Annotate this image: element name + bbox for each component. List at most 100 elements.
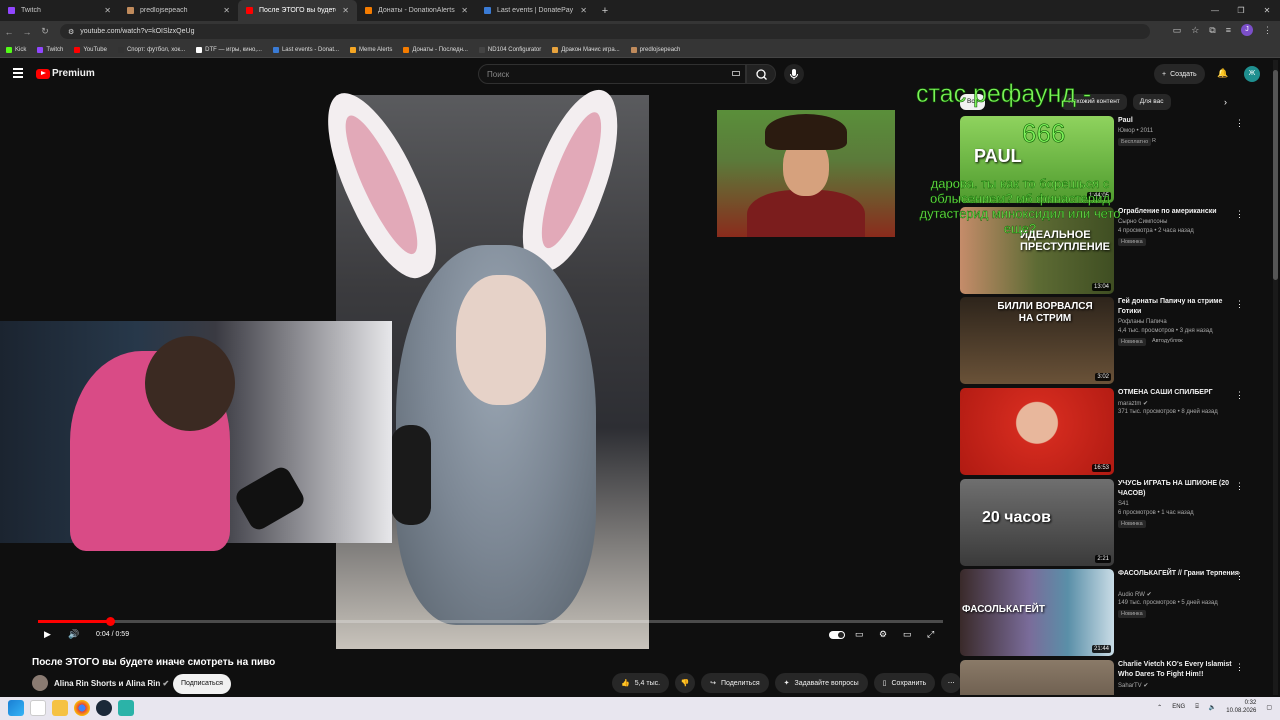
windows-start-icon[interactable] (8, 700, 24, 716)
subscribe-button[interactable]: Подписаться (173, 674, 231, 694)
browser-tab[interactable]: Last events | DonatePay ✕ (476, 0, 595, 21)
browser-tab[interactable]: Донаты - DonationAlerts ✕ (357, 0, 476, 21)
recommendation-title[interactable]: Гей донаты Папичу на стриме Готики (1118, 297, 1243, 317)
create-button[interactable]: + Создать (1154, 64, 1205, 84)
new-tab-button[interactable]: + (595, 5, 615, 17)
close-tab-icon[interactable]: ✕ (461, 6, 468, 15)
app-icon[interactable] (118, 700, 134, 716)
browser-tab[interactable]: Twitch ✕ (0, 0, 119, 21)
recommendation-item[interactable]: 16:53 ОТМЕНА САШИ СПИЛБЕРГ maraztm ✔ 371… (960, 388, 1250, 475)
scrollbar-thumb[interactable] (1273, 70, 1278, 280)
theater-mode-icon[interactable]: ▭ (903, 629, 912, 640)
autoplay-toggle[interactable] (829, 631, 845, 639)
video-thumbnail[interactable] (960, 660, 1114, 695)
youtube-logo[interactable]: Premium (36, 68, 95, 79)
bookmark-item[interactable]: Донаты - Последн... (403, 46, 468, 53)
browser-profile-avatar[interactable]: J (1241, 24, 1253, 36)
channel-name[interactable]: Alina Rin Shorts и Alina Rin ✔ (54, 679, 169, 688)
bookmark-item[interactable]: Last events - Donat... (272, 46, 339, 53)
minimize-icon[interactable]: — (1202, 0, 1228, 21)
recommendation-item[interactable]: 20 часов 2:21 УЧУСЬ ИГРАТЬ НА ШПИОНЕ (20… (960, 479, 1250, 566)
dislike-button[interactable]: 👎 (675, 673, 696, 693)
address-bar[interactable]: ⚙ youtube.com/watch?v=kOISlzxQeUg (60, 24, 1150, 39)
chrome-icon[interactable] (74, 700, 90, 716)
recommendation-title[interactable]: УЧУСЬ ИГРАТЬ НА ШПИОНЕ (20 ЧАСОВ) (1118, 479, 1243, 499)
video-thumbnail[interactable]: 20 часов 2:21 (960, 479, 1114, 566)
share-button[interactable]: ↪ Поделиться (701, 673, 769, 693)
fullscreen-icon[interactable]: ⤢ (927, 629, 934, 640)
recommendation-channel[interactable]: S41 (1118, 501, 1129, 507)
maximize-icon[interactable]: ❐ (1228, 0, 1254, 21)
browser-menu-icon[interactable]: ⋮ (1263, 25, 1272, 36)
video-thumbnail[interactable]: 16:53 (960, 388, 1114, 475)
more-vertical-icon[interactable]: ⋮ (1235, 209, 1244, 220)
forward-icon[interactable]: → (18, 27, 36, 37)
recommendation-title[interactable]: ОТМЕНА САШИ СПИЛБЕРГ (1118, 388, 1243, 398)
bookmark-item[interactable]: Kick (6, 46, 26, 53)
search-button[interactable] (746, 64, 776, 84)
extensions-icon[interactable]: ⧉ (1209, 25, 1215, 36)
page-scrollbar[interactable] (1273, 60, 1278, 695)
volume-icon[interactable]: 🔊 (68, 629, 79, 640)
notifications-icon[interactable]: ▢ (1266, 704, 1272, 711)
browser-tab[interactable]: predlojsepeach ✕ (119, 0, 238, 21)
reload-icon[interactable]: ↻ (36, 26, 54, 37)
more-vertical-icon[interactable]: ⋮ (1235, 390, 1244, 401)
close-tab-icon[interactable]: ✕ (104, 6, 111, 15)
bookmark-item[interactable]: Дракон Мачис игра... (552, 46, 620, 53)
play-icon[interactable]: ▶ (44, 629, 51, 640)
network-icon[interactable]: ⌸ (1195, 704, 1199, 711)
bookmark-item[interactable]: Спорт: футбол, хок... (117, 46, 185, 53)
back-icon[interactable]: ← (0, 27, 18, 37)
close-window-icon[interactable]: ✕ (1254, 0, 1280, 21)
more-vertical-icon[interactable]: ⋮ (1235, 481, 1244, 492)
notifications-bell-icon[interactable]: 🔔 (1217, 68, 1228, 79)
bookmark-star-icon[interactable]: ☆ (1191, 25, 1199, 36)
ask-button[interactable]: ✦ Задавайте вопросы (774, 673, 868, 693)
recommendation-channel[interactable]: SaharTV ✔ (1118, 682, 1148, 689)
more-vertical-icon[interactable]: ⋮ (1235, 118, 1244, 129)
recommendation-item[interactable]: ФАСОЛЬКАГЕЙТ 21:44 ФАСОЛЬКАГЕЙТ // Грани… (960, 569, 1250, 656)
video-thumbnail[interactable]: БИЛЛИ ВОРВАЛСЯ НА СТРИМ 3:02 (960, 297, 1114, 384)
bookmark-item[interactable]: DTF — игры, кино,... (196, 46, 262, 53)
bookmark-item[interactable]: YouTube (74, 46, 107, 53)
account-avatar[interactable]: Ж (1244, 66, 1260, 82)
settings-gear-icon[interactable]: ⚙ (879, 629, 887, 640)
recommendation-channel[interactable]: Юмор • 2011 (1118, 128, 1153, 134)
keyboard-icon[interactable] (732, 71, 740, 76)
recommendation-title[interactable]: Charlie Vietch KO's Every Islamist Who D… (1118, 660, 1243, 680)
bookmark-item[interactable]: Twitch (37, 46, 63, 53)
search-input[interactable]: Поиск (478, 64, 746, 84)
language-indicator[interactable]: ENG (1172, 704, 1185, 710)
more-vertical-icon[interactable]: ⋮ (1235, 299, 1244, 310)
more-actions-button[interactable]: ⋯ (941, 673, 962, 693)
recommendation-channel[interactable]: Audio RW ✔ (1118, 591, 1152, 598)
recommendation-channel[interactable]: maraztm ✔ (1118, 400, 1148, 407)
chip-for-you[interactable]: Для вас (1132, 94, 1171, 110)
cast-icon[interactable]: ▭ (1173, 25, 1182, 36)
more-vertical-icon[interactable]: ⋮ (1235, 662, 1244, 673)
bookmark-item[interactable]: Meme Alerts (350, 46, 392, 53)
media-icon[interactable]: ≡ (1226, 25, 1231, 35)
video-thumbnail[interactable]: ФАСОЛЬКАГЕЙТ 21:44 (960, 569, 1114, 656)
yandex-browser-icon[interactable] (30, 700, 46, 716)
steam-icon[interactable] (96, 700, 112, 716)
save-button[interactable]: ▯ Сохранить (873, 673, 936, 693)
close-tab-icon[interactable]: ✕ (580, 6, 587, 15)
bookmark-item[interactable]: ND104 Configurator (478, 46, 541, 53)
recommendation-title[interactable]: Ограбление по американски (1118, 207, 1243, 217)
close-tab-icon[interactable]: ✕ (342, 6, 349, 15)
close-tab-icon[interactable]: ✕ (223, 6, 230, 15)
recommendation-channel[interactable]: Рофланы Папича (1118, 319, 1167, 325)
subtitles-icon[interactable]: ▭ (855, 629, 864, 640)
recommendation-item[interactable]: Charlie Vietch KO's Every Islamist Who D… (960, 660, 1250, 695)
clock[interactable]: 0:32 10.08.2026 (1226, 699, 1256, 715)
tray-expand-icon[interactable]: ⌃ (1157, 704, 1162, 711)
chevron-right-icon[interactable]: › (1224, 97, 1227, 107)
video-player[interactable]: ▶ 🔊 0:04 / 0:59 ▭ ⚙ ▭ ⤢ (0, 89, 948, 649)
progress-scrubber[interactable] (106, 617, 116, 626)
menu-icon[interactable] (13, 68, 23, 78)
like-button[interactable]: 👍 5,4 тыс. (612, 673, 670, 693)
browser-tab-active[interactable]: После ЭТОГО вы будете иначе ✕ (238, 0, 357, 21)
recommendation-title[interactable]: Paul (1118, 116, 1243, 126)
